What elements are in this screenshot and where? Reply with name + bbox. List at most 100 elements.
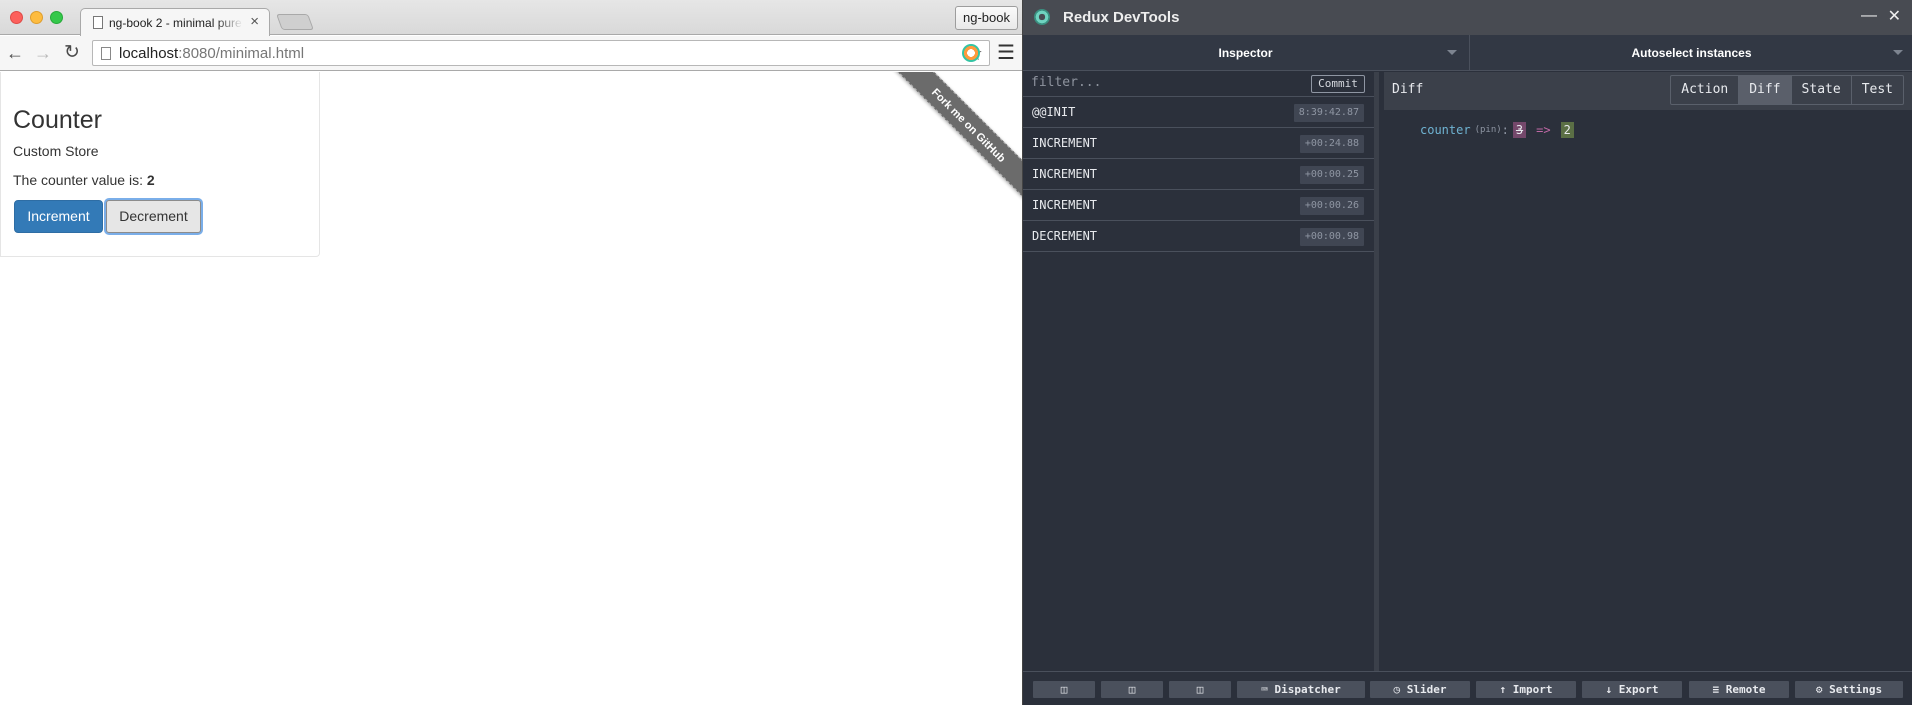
window-close-button[interactable] [10, 11, 23, 24]
redux-devtools-extension-icon[interactable] [962, 44, 980, 62]
dock-right-icon: ◫ [1128, 683, 1136, 696]
action-timestamp: +00:24.88 [1299, 135, 1364, 153]
diff-colon: : [1501, 123, 1509, 137]
devtools-title: Redux DevTools [1063, 9, 1180, 26]
diff-key[interactable]: counter [1420, 123, 1471, 137]
url-text: localhost:8080/minimal.html [119, 45, 304, 62]
inspector-header: Diff Action Diff State Test [1384, 72, 1912, 110]
button-label: Remote [1725, 683, 1766, 696]
gear-icon: ⚙ [1815, 683, 1823, 696]
tab-close-icon[interactable]: × [250, 14, 259, 30]
action-list-item[interactable]: INCREMENT +00:00.26 [1023, 190, 1374, 221]
counter-value-label: The counter value is: [13, 172, 147, 188]
url-path: :8080/minimal.html [178, 45, 305, 62]
upload-icon: ↑ [1499, 683, 1507, 696]
chevron-down-icon [1447, 50, 1457, 55]
inspector-panel: Diff Action Diff State Test counter (pin… [1384, 72, 1912, 671]
window-maximize-button[interactable] [50, 11, 63, 24]
button-label: Dispatcher [1274, 683, 1341, 696]
export-button[interactable]: ↓ Export [1582, 681, 1682, 698]
timer-icon: ◷ [1393, 683, 1401, 696]
action-name: INCREMENT [1032, 136, 1098, 150]
button-label: Import [1512, 683, 1553, 696]
button-label: Settings [1829, 683, 1883, 696]
counter-value: 2 [146, 172, 155, 188]
decrement-button[interactable]: Decrement [106, 200, 201, 233]
button-label: Slider [1406, 683, 1447, 696]
tab-test[interactable]: Test [1850, 76, 1903, 104]
close-icon[interactable]: ✕ [1888, 6, 1901, 26]
remote-button[interactable]: ≡ Remote [1689, 681, 1789, 698]
devtools-titlebar: Redux DevTools — ✕ [1023, 0, 1912, 35]
dock-left-icon: ◫ [1060, 683, 1068, 696]
action-list-panel: filter... Commit @@INIT 8:39:42.87 INCREME… [1023, 72, 1379, 671]
reload-icon[interactable]: ↻ [61, 42, 83, 64]
browser-tab[interactable]: ng-book 2 - minimal pure redux × [80, 8, 270, 36]
tab-state[interactable]: State [1790, 76, 1851, 104]
tab-title: ng-book 2 - minimal pure redux [109, 16, 243, 30]
instance-select-value: Autoselect instances [1631, 46, 1752, 60]
diff-entry: counter (pin) : 3 => 2 [1420, 122, 1574, 138]
redux-devtools-logo-icon [1034, 9, 1050, 25]
action-timestamp: +00:00.98 [1299, 228, 1364, 246]
commit-button[interactable]: Commit [1311, 75, 1365, 93]
dispatcher-button[interactable]: ⌨ Dispatcher [1237, 681, 1365, 698]
diff-old-value: 3 [1512, 122, 1527, 138]
action-name: INCREMENT [1032, 198, 1098, 212]
store-subtitle: Custom Store [13, 143, 99, 159]
devtools-top-bar: Inspector Autoselect instances [1023, 35, 1912, 71]
tab-action[interactable]: Action [1671, 76, 1738, 104]
action-list-item[interactable]: INCREMENT +00:00.25 [1023, 159, 1374, 190]
url-host: localhost [119, 45, 179, 62]
hamburger-menu-icon[interactable]: ☰ [997, 43, 1015, 63]
tab-diff[interactable]: Diff [1738, 76, 1791, 104]
page-icon [101, 47, 111, 60]
dock-left-button[interactable]: ◫ [1033, 681, 1095, 698]
dock-bottom-button[interactable]: ◫ [1169, 681, 1231, 698]
page-title: Counter [13, 106, 102, 134]
filter-row: filter... Commit [1023, 72, 1374, 97]
remote-icon: ≡ [1712, 683, 1720, 696]
action-name: @@INIT [1032, 105, 1076, 119]
counter-panel: Counter Custom Store The counter value i… [0, 72, 320, 257]
chevron-down-icon [1893, 50, 1903, 55]
import-button[interactable]: ↑ Import [1476, 681, 1576, 698]
dock-bottom-icon: ◫ [1196, 683, 1204, 696]
diff-arrow: => [1536, 123, 1551, 137]
minimize-icon[interactable]: — [1861, 7, 1877, 25]
counter-value-text: The counter value is: 2 [13, 172, 155, 188]
action-name: DECREMENT [1032, 229, 1098, 243]
download-icon: ↓ [1605, 683, 1613, 696]
settings-button[interactable]: ⚙ Settings [1795, 681, 1903, 698]
devtools-bottom-bar: ◫ ◫ ◫ ⌨ Dispatcher ◷ Slider ↑ Import ↓ Export ≡… [1023, 671, 1912, 705]
slider-button[interactable]: ◷ Slider [1370, 681, 1470, 698]
browser-window: ng-book 2 - minimal pure redux × ng-book… [0, 0, 1022, 705]
action-list-item[interactable]: INCREMENT +00:24.88 [1023, 128, 1374, 159]
view-tabs: Action Diff State Test [1670, 75, 1904, 105]
pin-link[interactable]: (pin) [1475, 125, 1502, 135]
filter-input[interactable]: filter... [1031, 75, 1281, 90]
browser-toolbar: ← → ↻ localhost:8080/minimal.html ☆ ☰ [0, 36, 1022, 71]
fork-me-ribbon-link[interactable]: Fork me on GitHub [885, 72, 1022, 209]
page-icon [93, 16, 103, 29]
diff-new-value: 2 [1560, 122, 1574, 138]
monitor-select[interactable]: Inspector [1023, 35, 1468, 71]
action-timestamp: +00:00.26 [1299, 197, 1364, 215]
redux-devtools-window: Redux DevTools — ✕ Inspector Autoselect … [1022, 0, 1912, 705]
profile-button[interactable]: ng-book [955, 6, 1018, 30]
back-arrow-icon[interactable]: ← [4, 42, 26, 64]
new-tab-button[interactable] [276, 14, 314, 30]
action-timestamp: 8:39:42.87 [1293, 104, 1364, 122]
dock-right-button[interactable]: ◫ [1101, 681, 1163, 698]
tab-strip: ng-book 2 - minimal pure redux × ng-book [0, 0, 1022, 36]
increment-button[interactable]: Increment [14, 200, 103, 233]
action-list-item[interactable]: @@INIT 8:39:42.87 [1023, 97, 1374, 128]
page-content: Counter Custom Store The counter value i… [0, 72, 1022, 705]
button-label: Export [1618, 683, 1659, 696]
monitor-select-value: Inspector [1218, 46, 1273, 60]
window-minimize-button[interactable] [30, 11, 43, 24]
address-bar[interactable]: localhost:8080/minimal.html ☆ [92, 40, 990, 66]
instance-select[interactable]: Autoselect instances [1469, 35, 1912, 71]
forward-arrow-icon[interactable]: → [32, 42, 54, 64]
action-list-item[interactable]: DECREMENT +00:00.98 [1023, 221, 1374, 252]
